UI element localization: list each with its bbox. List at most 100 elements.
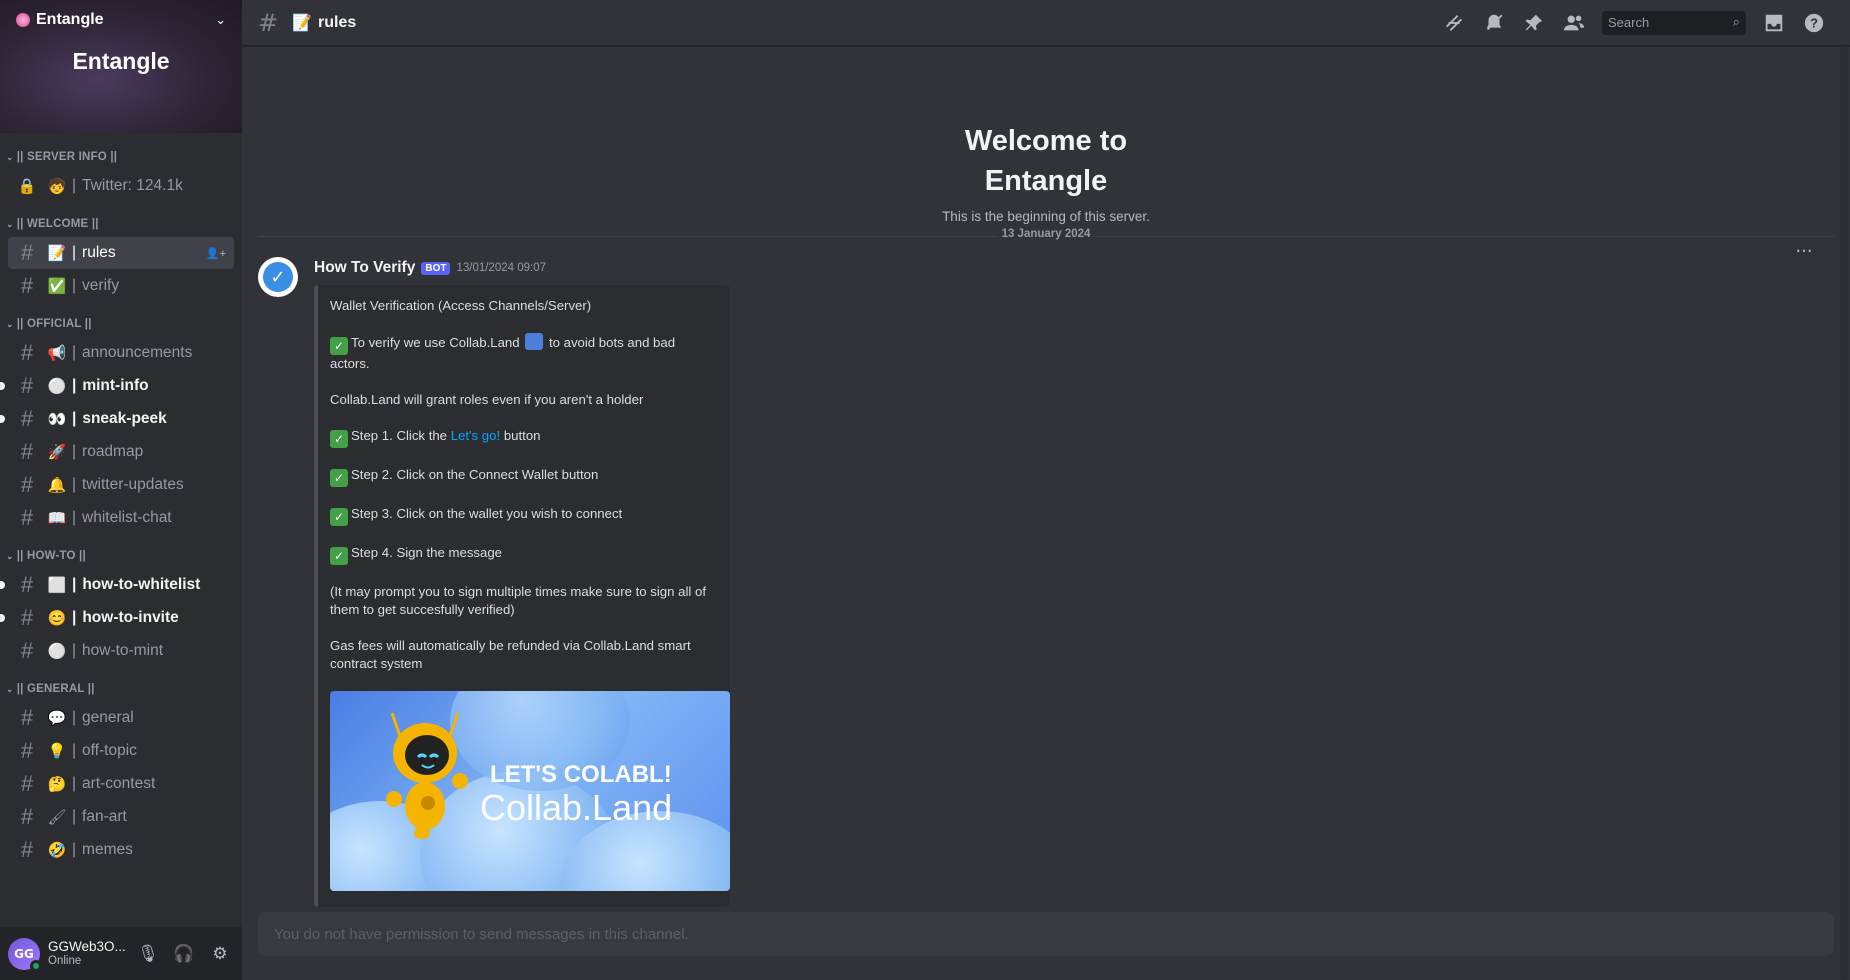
channel-emoji: 👀 [47, 411, 67, 428]
chevron-down-icon: ⌄ [6, 218, 14, 229]
headphones-icon[interactable]: 🎧 [170, 940, 198, 968]
help-icon[interactable]: ? [1802, 11, 1826, 35]
hash-icon: # [258, 8, 279, 37]
channel-header: # 📝 rules ⌕ ? [242, 0, 1850, 46]
channel-emoji: 📝 [292, 13, 313, 32]
channel-separator: | [72, 177, 77, 194]
search-box[interactable]: ⌕ [1602, 10, 1746, 35]
category-header[interactable]: ⌄ || SERVER INFO || [0, 145, 242, 169]
sidebar-item-roadmap[interactable]: # 🚀 | roadmap [8, 436, 234, 468]
channel-separator: | [72, 808, 77, 825]
sidebar-item-general[interactable]: # 💬 | general [8, 702, 234, 734]
threads-icon[interactable] [1442, 11, 1466, 35]
avatar[interactable]: GG [8, 937, 42, 972]
sidebar-item-fan-art[interactable]: # 🖌 | fan-art [8, 801, 234, 833]
hash-icon: # [20, 605, 34, 630]
sidebar-item-how-to-invite[interactable]: # 😊 | how-to-invite [0, 602, 234, 634]
embed-text: button [503, 428, 541, 443]
channel-separator: | [72, 642, 77, 659]
category-label: || HOW-TO || [16, 550, 86, 562]
chevron-down-icon: ⌄ [6, 318, 14, 329]
channel-emoji: 💡 [47, 743, 67, 760]
gear-icon[interactable]: ⚙ [206, 940, 234, 968]
message-body: How To Verify BOT 13/01/2024 09:07 Walle… [314, 257, 1834, 907]
category-header[interactable]: ⌄ || GENERAL || [0, 677, 242, 701]
sidebar-item-sneak-peek[interactable]: # 👀 | sneak-peek [0, 403, 234, 435]
unread-indicator [0, 382, 5, 390]
hash-icon: # [20, 340, 34, 365]
verified-check-icon: ✓ [263, 262, 293, 292]
server-banner[interactable]: Entangle ⌄ Entangle [0, 0, 242, 133]
sidebar-item-mint-info[interactable]: # ⚪ | mint-info [0, 370, 234, 402]
image-brand: Collab.Land [480, 787, 673, 828]
category-label: || WELCOME || [16, 218, 99, 230]
sidebar-item-art-contest[interactable]: # 🤔 | art-contest [8, 768, 234, 800]
channel-name: mint-info [82, 377, 149, 394]
hash-icon: # [20, 738, 34, 763]
image-headline: LET'S COLABL! [490, 761, 672, 788]
channel-name: memes [82, 841, 133, 858]
member-list-icon[interactable] [1562, 11, 1586, 35]
inbox-icon[interactable] [1762, 11, 1786, 35]
channel-separator: | [72, 742, 77, 759]
channel-name: Twitter: 124.1k [82, 177, 183, 194]
chevron-down-icon: ⌄ [6, 550, 14, 561]
sidebar-item-rules[interactable]: # 📝 | rules 👤+ [8, 237, 234, 269]
lets-go-link[interactable]: Let's go! [451, 428, 500, 443]
channel-name: whitelist-chat [82, 509, 172, 526]
category-label: || GENERAL || [16, 683, 95, 695]
message-input[interactable] [274, 925, 1818, 943]
welcome-title: Welcome to Entangle [242, 121, 1850, 201]
channel-emoji: 💬 [47, 710, 67, 727]
embed-image[interactable]: LET'S COLABL! Collab.Land [330, 691, 730, 891]
avatar-initials: GG [14, 946, 34, 961]
chevron-down-icon: ⌄ [6, 151, 14, 162]
sidebar-item-off-topic[interactable]: # 💡 | off-topic [8, 735, 234, 767]
message-embed: Wallet Verification (Access Channels/Ser… [314, 285, 730, 907]
embed-line: ✓ Step 3. Click on the wallet you wish to… [330, 505, 714, 526]
sidebar-item-whitelist-chat[interactable]: # 📖 | whitelist-chat [8, 502, 234, 534]
channel-separator: | [72, 244, 77, 261]
sidebar-item-announcements[interactable]: # 📢 | announcements [8, 337, 234, 369]
sidebar-item-how-to-mint[interactable]: # ⚪ | how-to-mint [8, 635, 234, 667]
avatar[interactable]: ✓ [258, 257, 298, 297]
main-area: # 📝 rules ⌕ ? [242, 0, 1850, 980]
category-header[interactable]: ⌄ || WELCOME || [0, 212, 242, 236]
channel-name: how-to-mint [82, 642, 163, 659]
sidebar-item-twitter-updates[interactable]: # 🔔 | twitter-updates [8, 469, 234, 501]
add-member-icon[interactable]: 👤+ [206, 247, 226, 260]
category-header[interactable]: ⌄ || OFFICIAL || [0, 312, 242, 336]
channel-name: how-to-whitelist [82, 576, 201, 593]
sidebar-item-verify[interactable]: # ✅ | verify [8, 270, 234, 302]
search-input[interactable] [1608, 15, 1733, 30]
hash-icon: # [20, 373, 34, 398]
user-name: GGWeb3O... [48, 938, 126, 954]
chevron-down-icon: ⌄ [6, 683, 14, 694]
message-input-bar [258, 912, 1834, 956]
channel-emoji: ⚪ [47, 378, 67, 395]
channel-name: art-contest [82, 775, 156, 792]
embed-text: Wallet Verification (Access Channels/Ser… [330, 298, 592, 313]
sidebar-item-memes[interactable]: # 🤣 | memes [8, 834, 234, 866]
sidebar-item-how-to-whitelist[interactable]: # ⬜ | how-to-whitelist [0, 569, 234, 601]
sidebar-item-twitter-124-1k[interactable]: 🔒 🧒 | Twitter: 124.1k [8, 170, 234, 202]
scrollbar[interactable] [1840, 46, 1848, 980]
server-header[interactable]: Entangle ⌄ [0, 0, 242, 40]
notification-muted-icon[interactable] [1482, 11, 1506, 35]
pin-icon[interactable] [1522, 11, 1546, 35]
category-header[interactable]: ⌄ || HOW-TO || [0, 544, 242, 568]
server-name[interactable]: Entangle [16, 11, 104, 29]
user-panel: GG GGWeb3O... Online 🎙 🎧 ⚙ [0, 927, 242, 980]
channel-title: rules [318, 13, 357, 31]
message-timestamp: 13/01/2024 09:07 [456, 262, 546, 274]
embed-line: Gas fees will automatically be refunded … [330, 637, 714, 673]
message-author[interactable]: How To Verify [314, 259, 415, 277]
chevron-down-icon[interactable]: ⌄ [215, 13, 226, 28]
more-options-icon[interactable]: ··· [1788, 243, 1820, 267]
channel-emoji: 😊 [47, 610, 67, 627]
channel-name: off-topic [82, 742, 137, 759]
user-info[interactable]: GGWeb3O... Online [48, 939, 126, 969]
channel-separator: | [72, 410, 77, 427]
microphone-icon[interactable]: 🎙 [134, 940, 162, 968]
channel-name: general [82, 709, 134, 726]
